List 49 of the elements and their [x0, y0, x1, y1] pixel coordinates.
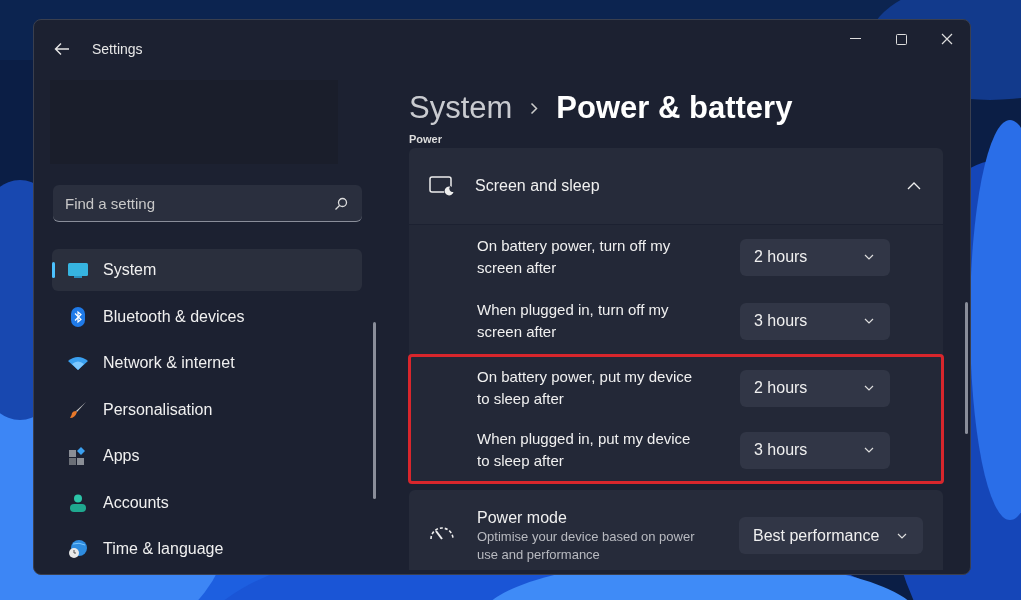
- scrollbar[interactable]: [373, 322, 376, 499]
- sidebar-item[interactable]: Bluetooth & devices: [52, 295, 362, 338]
- speedometer-icon: [429, 524, 455, 540]
- sidebar-item[interactable]: Personalisation: [52, 388, 362, 431]
- maximize-icon: [895, 33, 907, 45]
- selection-indicator: [52, 262, 55, 278]
- chevron-down-icon: [864, 254, 874, 260]
- setting-label: When plugged in, put my device to sleep after: [477, 429, 692, 471]
- wifi-icon: [67, 356, 88, 370]
- setting-label: On battery power, put my device to sleep after: [477, 367, 694, 409]
- paintbrush-icon: [68, 400, 87, 419]
- setting-description: Optimise your device based on power use and performance: [477, 528, 696, 564]
- bluetooth-icon: [70, 306, 85, 327]
- sidebar-item[interactable]: Apps: [52, 435, 362, 477]
- chevron-down-icon: [864, 385, 874, 391]
- screen-sleep-icon: [429, 175, 455, 197]
- sidebar-item[interactable]: System: [52, 249, 362, 291]
- setting-label: When plugged in, turn off my screen after: [477, 300, 670, 342]
- chevron-down-icon: [897, 532, 907, 539]
- expander-header[interactable]: Screen and sleep: [409, 148, 943, 225]
- sidebar-item[interactable]: Network & internet: [52, 342, 362, 384]
- setting-label: On battery power, turn off my screen after: [477, 236, 672, 278]
- person-icon: [69, 493, 86, 512]
- globe-clock-icon: [67, 539, 88, 559]
- section-heading: Power: [409, 133, 443, 145]
- back-icon[interactable]: [54, 42, 70, 56]
- dropdown[interactable]: Best performance: [739, 517, 923, 554]
- window-title: Settings: [92, 39, 143, 59]
- dropdown[interactable]: 2 hours: [740, 369, 890, 407]
- scrollbar[interactable]: [965, 302, 968, 434]
- sidebar-item[interactable]: Time & language: [52, 528, 362, 570]
- expander-title: Screen and sleep: [475, 176, 600, 196]
- chevron-right-icon: [530, 101, 539, 115]
- chevron-down-icon: [864, 447, 874, 453]
- dropdown[interactable]: 3 hours: [740, 431, 890, 469]
- page-title: Power & battery: [556, 88, 793, 127]
- monitor-icon: [67, 262, 88, 278]
- dropdown[interactable]: 3 hours: [740, 302, 890, 340]
- minimize-icon: [849, 38, 861, 40]
- search-field[interactable]: Find a setting: [53, 185, 362, 222]
- breadcrumb-parent[interactable]: System: [409, 84, 513, 132]
- chevron-down-icon: [864, 318, 874, 324]
- sidebar-item[interactable]: Accounts: [52, 481, 362, 524]
- apps-icon: [68, 447, 87, 465]
- setting-title: Power mode: [477, 508, 568, 528]
- chevron-up-icon: [907, 182, 921, 190]
- close-icon: [941, 33, 953, 45]
- search-icon: [334, 197, 348, 211]
- dropdown[interactable]: 2 hours: [740, 238, 890, 276]
